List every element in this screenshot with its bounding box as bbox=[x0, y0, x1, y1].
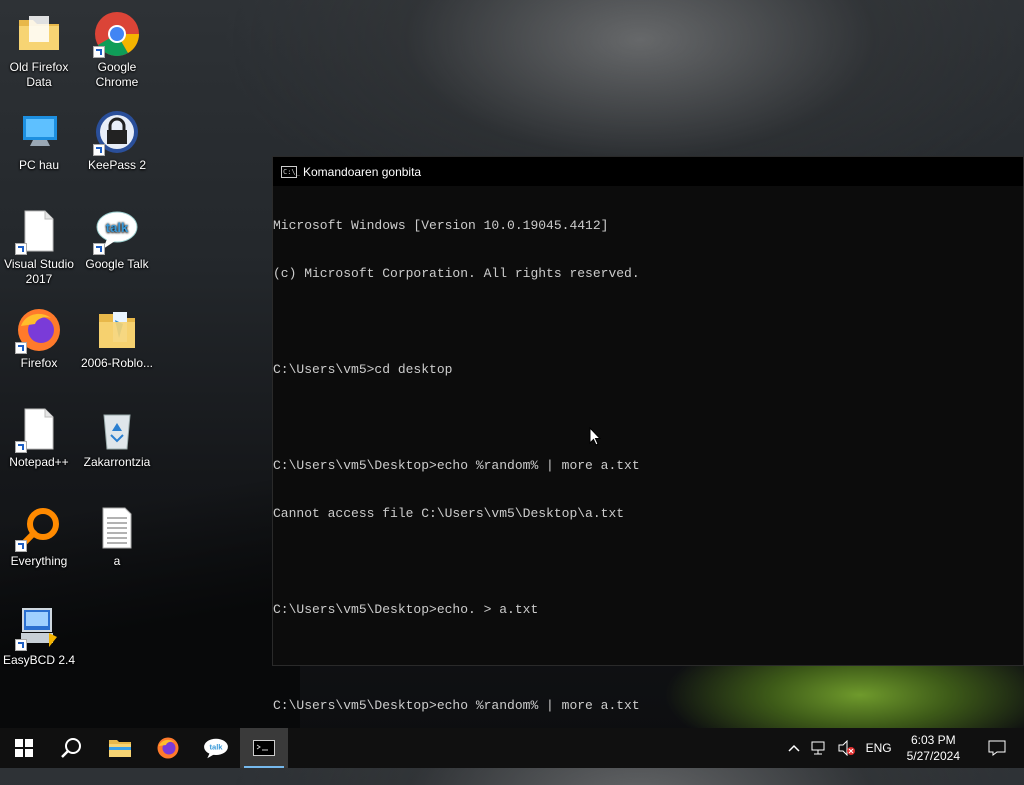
desktop-icon-everything[interactable]: Everything bbox=[0, 500, 78, 569]
console-line: (c) Microsoft Corporation. All rights re… bbox=[273, 266, 640, 281]
folder-icon bbox=[93, 306, 141, 354]
shortcut-arrow-icon bbox=[15, 441, 27, 453]
window-titlebar[interactable]: C:\_ Komandoaren gonbita bbox=[273, 157, 1023, 186]
desktop-icon-roblox-folder[interactable]: 2006-Roblo... bbox=[78, 302, 156, 371]
svg-text:talk: talk bbox=[106, 220, 129, 235]
firefox-icon bbox=[157, 737, 179, 759]
shortcut-arrow-icon bbox=[93, 144, 105, 156]
desktop-icon-google-chrome[interactable]: Google Chrome bbox=[78, 6, 156, 90]
easybcd-icon bbox=[15, 603, 63, 651]
folder-icon bbox=[15, 10, 63, 58]
clock[interactable]: 6:03 PM 5/27/2024 bbox=[897, 728, 970, 768]
clock-time: 6:03 PM bbox=[910, 733, 956, 747]
desktop-icon-label: a bbox=[113, 554, 121, 568]
firefox-icon bbox=[15, 306, 63, 354]
google-talk-icon: talk bbox=[93, 207, 141, 255]
shortcut-arrow-icon bbox=[15, 342, 27, 354]
cmd-icon: C:\_ bbox=[281, 165, 300, 178]
windows-logo-icon bbox=[15, 739, 33, 757]
taskbar-file-explorer[interactable] bbox=[96, 728, 144, 768]
volume-button[interactable] bbox=[833, 728, 861, 768]
network-icon bbox=[811, 741, 825, 755]
desktop-icon-label: Zakarrontzia bbox=[83, 455, 151, 469]
desktop-icon-label: Everything bbox=[10, 554, 68, 568]
start-button[interactable] bbox=[0, 728, 48, 768]
desktop-icon-label: Old Firefox Data bbox=[9, 60, 69, 89]
action-center-button[interactable] bbox=[970, 728, 1024, 768]
console-line: Cannot access file C:\Users\vm5\Desktop\… bbox=[273, 506, 625, 521]
taskbar: talk ENG 6:03 PM 5/27/2024 bbox=[0, 728, 1024, 768]
console-line: C:\Users\vm5\Desktop>echo %random% | mor… bbox=[273, 698, 640, 713]
svg-text:talk: talk bbox=[209, 743, 223, 752]
network-button[interactable] bbox=[805, 728, 833, 768]
cmd-icon bbox=[253, 740, 275, 756]
console-line: C:\Users\vm5\Desktop>echo %random% | mor… bbox=[273, 458, 640, 473]
command-prompt-window[interactable]: C:\_ Komandoaren gonbita Microsoft Windo… bbox=[272, 156, 1024, 753]
taskbar-firefox[interactable] bbox=[144, 728, 192, 768]
clock-date: 5/27/2024 bbox=[906, 749, 960, 763]
shortcut-arrow-icon bbox=[15, 540, 27, 552]
desktop-icon-pc[interactable]: PC hau bbox=[0, 104, 78, 173]
search-icon bbox=[61, 738, 81, 758]
console-line: Microsoft Windows [Version 10.0.19045.44… bbox=[273, 218, 609, 233]
file-explorer-icon bbox=[109, 740, 131, 757]
chrome-icon bbox=[93, 10, 141, 58]
text-document-icon bbox=[93, 504, 141, 552]
shortcut-arrow-icon bbox=[93, 46, 105, 58]
language-indicator[interactable]: ENG bbox=[861, 728, 897, 768]
desktop-icon-old-firefox-data[interactable]: Old Firefox Data bbox=[0, 6, 78, 90]
chevron-up-icon bbox=[788, 744, 800, 752]
desktop-icon-text-file-a[interactable]: a bbox=[78, 500, 156, 569]
console-line: C:\Users\vm5>cd desktop bbox=[273, 362, 453, 377]
desktop-icon-label: PC hau bbox=[18, 158, 60, 172]
desktop-icon-label: 2006-Roblo... bbox=[80, 356, 154, 370]
volume-muted-icon bbox=[838, 740, 855, 756]
desktop-icon-label: Visual Studio 2017 bbox=[4, 257, 74, 286]
shortcut-arrow-icon bbox=[93, 243, 105, 255]
keepass-lock-icon bbox=[93, 108, 141, 156]
mouse-pointer-icon bbox=[589, 427, 601, 446]
desktop-icon-label: Google Chrome bbox=[95, 60, 139, 89]
desktop-icon-label: KeePass 2 bbox=[87, 158, 147, 172]
desktop-icon-google-talk[interactable]: talk Google Talk bbox=[78, 203, 156, 272]
everything-search-icon bbox=[15, 504, 63, 552]
desktop-icon-label: Google Talk bbox=[85, 257, 149, 271]
desktop-icon-notepad-plus-plus[interactable]: Notepad++ bbox=[0, 401, 78, 470]
desktop-icon-label: Firefox bbox=[20, 356, 58, 370]
computer-icon bbox=[15, 108, 63, 156]
show-hidden-icons-button[interactable] bbox=[783, 728, 805, 768]
file-icon bbox=[15, 405, 63, 453]
recycle-bin-icon bbox=[93, 405, 141, 453]
desktop-icon-recycle-bin[interactable]: Zakarrontzia bbox=[78, 401, 156, 470]
file-icon bbox=[15, 207, 63, 255]
shortcut-arrow-icon bbox=[15, 243, 27, 255]
desktop-icon-keepass[interactable]: KeePass 2 bbox=[78, 104, 156, 173]
desktop-icon-label: Notepad++ bbox=[9, 455, 69, 469]
search-button[interactable] bbox=[48, 728, 96, 768]
desktop-icon-visual-studio[interactable]: Visual Studio 2017 bbox=[0, 203, 78, 287]
taskbar-google-talk[interactable]: talk bbox=[192, 728, 240, 768]
desktop-icon-label: EasyBCD 2.4 bbox=[2, 653, 76, 667]
taskbar-command-prompt[interactable] bbox=[240, 728, 288, 768]
google-talk-icon: talk bbox=[204, 738, 228, 759]
desktop-icon-easybcd[interactable]: EasyBCD 2.4 bbox=[0, 599, 78, 668]
notifications-icon bbox=[988, 740, 1006, 756]
shortcut-arrow-icon bbox=[15, 639, 27, 651]
window-title: Komandoaren gonbita bbox=[303, 164, 422, 179]
console-line: C:\Users\vm5\Desktop>echo. > a.txt bbox=[273, 602, 539, 617]
console-output[interactable]: Microsoft Windows [Version 10.0.19045.44… bbox=[273, 186, 1023, 785]
system-tray: ENG 6:03 PM 5/27/2024 bbox=[783, 728, 1024, 768]
desktop-icon-firefox[interactable]: Firefox bbox=[0, 302, 78, 371]
